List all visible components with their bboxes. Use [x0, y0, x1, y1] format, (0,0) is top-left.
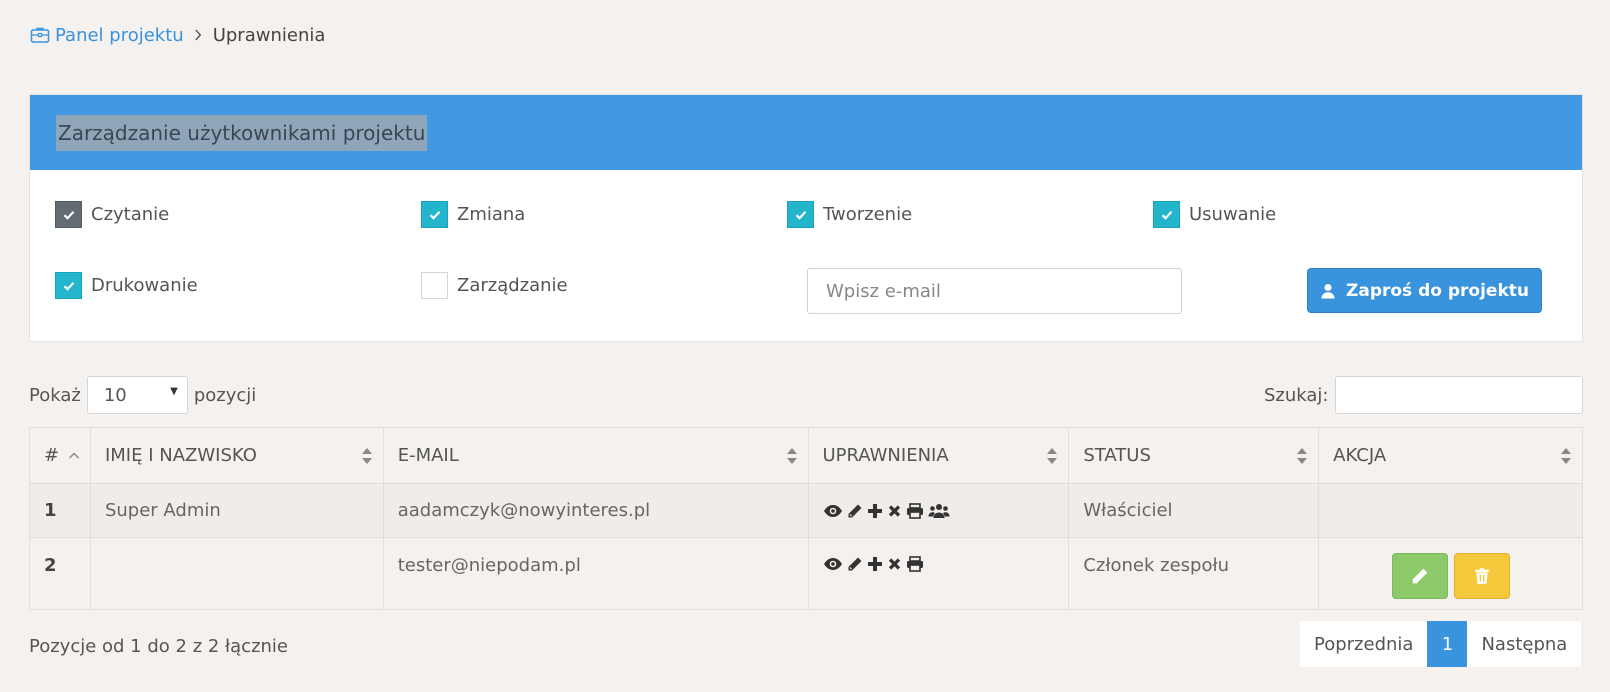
pagination: Poprzednia 1 Następna: [1300, 621, 1582, 667]
sort-icon: [361, 448, 372, 464]
permission-create-checkbox[interactable]: Tworzenie: [787, 201, 912, 228]
pencil-icon: [848, 557, 861, 571]
prev-page-button[interactable]: Poprzednia: [1300, 621, 1428, 667]
users-table: # IMIĘ I NAZWISKO E-MAIL UPRAWNIENIA STA…: [29, 427, 1583, 610]
eye-icon: [823, 558, 842, 570]
page-size-value: 10: [103, 384, 127, 406]
check-icon: [421, 201, 448, 228]
row-permissions: [807, 537, 1070, 610]
user-icon: [1320, 283, 1336, 299]
user-management-panel: Zarządzanie użytkownikami projektu Czyta…: [29, 94, 1583, 342]
row-name: [89, 537, 384, 610]
column-header-num[interactable]: #: [29, 427, 91, 484]
table-search: Szukaj:: [1264, 376, 1583, 414]
times-icon: [888, 504, 900, 517]
page-size-select[interactable]: 10 ▼: [86, 376, 188, 414]
check-icon: [55, 201, 82, 228]
permission-delete-label: Usuwanie: [1189, 204, 1277, 225]
chevron-right-icon: [194, 28, 203, 42]
invite-button[interactable]: Zaproś do projektu: [1307, 268, 1542, 313]
row-email: aadamczyk@nowyinteres.pl: [382, 483, 809, 538]
column-header-email[interactable]: E-MAIL: [382, 427, 809, 484]
panel-title: Zarządzanie użytkownikami projektu: [56, 114, 428, 151]
sort-icon: [1297, 448, 1308, 464]
column-header-status[interactable]: STATUS: [1068, 427, 1320, 484]
permission-print-checkbox[interactable]: Drukowanie: [55, 272, 198, 299]
search-label: Szukaj:: [1264, 384, 1329, 406]
table-header-row: # IMIĘ I NAZWISKO E-MAIL UPRAWNIENIA STA…: [29, 427, 1583, 484]
row-email: tester@niepodam.pl: [382, 537, 809, 610]
search-input[interactable]: [1334, 376, 1583, 414]
page-length-control: Pokaż 10 ▼ pozycji: [29, 376, 256, 414]
show-prefix: Pokaż: [29, 384, 81, 406]
panel-header: Zarządzanie użytkownikami projektu: [30, 95, 1582, 170]
permission-edit-label: Zmiana: [457, 204, 526, 225]
checkbox-box: [421, 272, 448, 299]
caret-down-icon: ▼: [170, 386, 178, 397]
permission-edit-checkbox[interactable]: Zmiana: [421, 201, 525, 228]
permission-read-label: Czytanie: [91, 204, 170, 225]
row-status: Właściciel: [1068, 483, 1320, 538]
table-info: Pozycje od 1 do 2 z 2 łącznie: [29, 636, 289, 657]
column-header-name[interactable]: IMIĘ I NAZWISKO: [89, 427, 384, 484]
sort-asc-icon: [68, 452, 79, 459]
sort-icon: [1047, 448, 1058, 464]
check-icon: [1153, 201, 1180, 228]
column-header-action[interactable]: AKCJA: [1318, 427, 1583, 484]
print-icon: [906, 556, 923, 572]
trash-icon: [1474, 568, 1489, 584]
invite-email-input[interactable]: [807, 268, 1182, 314]
row-actions: [1318, 483, 1583, 538]
sort-icon: [786, 448, 797, 464]
column-header-permissions[interactable]: UPRAWNIENIA: [807, 427, 1070, 484]
delete-user-button[interactable]: [1453, 553, 1510, 599]
breadcrumb-home-link[interactable]: Panel projektu: [30, 25, 184, 46]
breadcrumb: Panel projektu Uprawnienia: [30, 22, 325, 48]
briefcase-icon: [30, 25, 50, 45]
pencil-icon: [1412, 568, 1427, 584]
users-icon: [928, 503, 949, 518]
row-permissions: [807, 483, 1070, 538]
eye-icon: [823, 504, 842, 517]
row-status: Członek zespołu: [1068, 537, 1320, 610]
sort-icon: [1561, 448, 1571, 464]
invite-button-label: Zaproś do projektu: [1346, 280, 1529, 301]
table-row: 2 tester@niepodam.pl Członek zespołu: [29, 537, 1583, 610]
next-page-button[interactable]: Następna: [1467, 621, 1582, 667]
row-number: 2: [29, 537, 91, 610]
times-icon: [888, 558, 900, 570]
permission-delete-checkbox[interactable]: Usuwanie: [1153, 201, 1276, 228]
plus-icon: [867, 557, 882, 571]
permission-manage-checkbox[interactable]: Zarządzanie: [421, 272, 568, 299]
check-icon: [787, 201, 814, 228]
permission-print-label: Drukowanie: [91, 275, 198, 296]
permission-create-label: Tworzenie: [823, 204, 913, 225]
breadcrumb-current: Uprawnienia: [212, 24, 326, 46]
page-1-button[interactable]: 1: [1427, 621, 1468, 667]
breadcrumb-home-label: Panel projektu: [55, 24, 184, 46]
check-icon: [55, 272, 82, 299]
permission-read-checkbox[interactable]: Czytanie: [55, 201, 169, 228]
plus-icon: [867, 503, 882, 518]
show-suffix: pozycji: [193, 384, 257, 406]
edit-user-button[interactable]: [1391, 553, 1448, 599]
row-name: Super Admin: [89, 483, 384, 538]
table-row: 1 Super Admin aadamczyk@nowyinteres.pl W…: [29, 483, 1583, 538]
row-actions: [1318, 537, 1583, 610]
print-icon: [906, 502, 923, 519]
row-number: 1: [29, 483, 91, 538]
pencil-icon: [848, 504, 861, 517]
permission-manage-label: Zarządzanie: [457, 275, 568, 296]
